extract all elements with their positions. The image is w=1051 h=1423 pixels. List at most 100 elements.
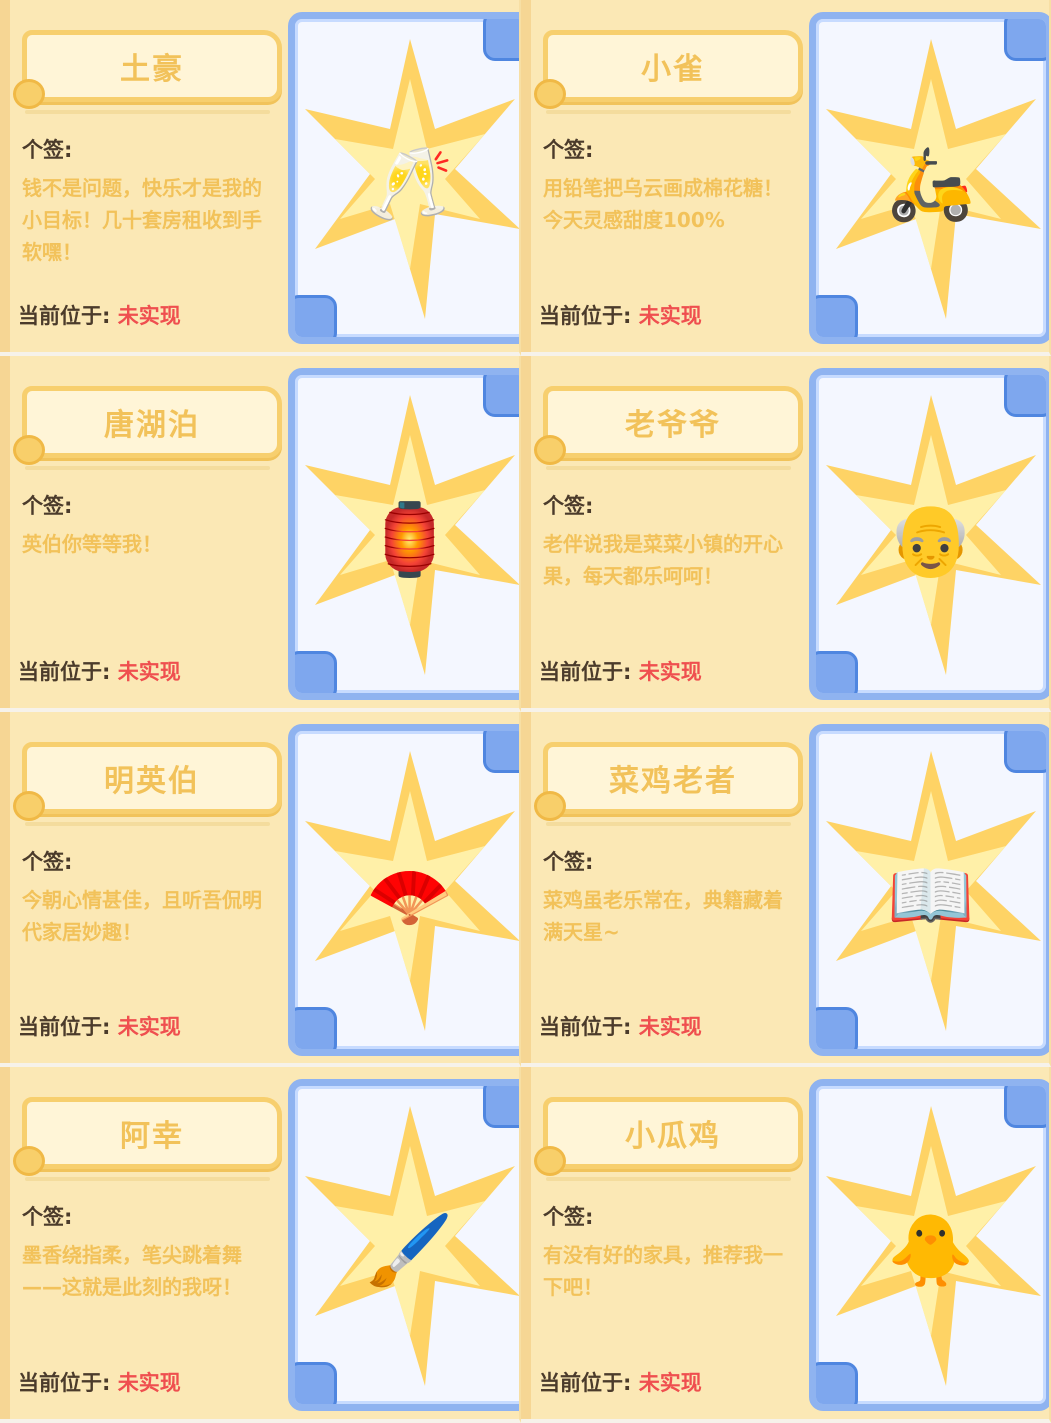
corner-gem-icon [295, 295, 337, 337]
location: 当前位于: 未实现 [539, 1011, 702, 1041]
divider [546, 110, 791, 114]
corner-gem-icon [816, 295, 858, 337]
character-card[interactable]: 老爷爷 个签: 老伴说我是菜菜小镇的开心果，每天都乐呵呵！ 当前位于: 未实现 … [521, 356, 1051, 712]
corner-gem-icon [295, 651, 337, 693]
character-figure-icon: 🪭 [366, 854, 454, 937]
signature-label: 个签: [543, 494, 594, 518]
divider [546, 822, 791, 826]
signature-text: 钱不是问题，快乐才是我的小目标！几十套房租收到手软嘿！ [22, 176, 262, 264]
signature-text: 用铅笔把乌云画成棉花糖！今天灵感甜度100% [543, 176, 783, 232]
character-portrait: 👴 [809, 368, 1049, 700]
location: 当前位于: 未实现 [18, 300, 181, 330]
name-tag: 小雀 [534, 30, 803, 109]
name-tag: 菜鸡老者 [534, 742, 803, 821]
signature-text: 老伴说我是菜菜小镇的开心果，每天都乐呵呵！ [543, 532, 783, 588]
name-tag: 土豪 [13, 30, 282, 109]
location-value: 未实现 [117, 304, 181, 328]
corner-gem-icon [483, 19, 519, 61]
name-tag: 唐湖泊 [13, 386, 282, 465]
location-label: 当前位于: [539, 660, 632, 684]
character-figure-icon: 👴 [887, 498, 975, 581]
character-portrait: 🏮 [288, 368, 519, 700]
name-tag: 老爷爷 [534, 386, 803, 465]
signature-text: 墨香绕指柔，笔尖跳着舞——这就是此刻的我呀！ [22, 1243, 242, 1299]
location-label: 当前位于: [18, 660, 111, 684]
character-portrait: 🥂 [288, 12, 519, 344]
character-name: 菜鸡老者 [609, 764, 737, 799]
corner-gem-icon [483, 375, 519, 417]
location-label: 当前位于: [539, 1371, 632, 1395]
character-figure-icon: 🖌️ [366, 1209, 454, 1292]
location: 当前位于: 未实现 [18, 1367, 181, 1397]
character-figure-icon: 🥂 [366, 142, 454, 225]
divider [546, 1177, 791, 1181]
character-name: 土豪 [120, 52, 184, 87]
signature-text: 英伯你等等我！ [22, 532, 162, 556]
signature-text: 今朝心情甚佳，且听吾侃明代家居妙趣！ [22, 888, 262, 944]
signature-label: 个签: [543, 850, 594, 874]
location-label: 当前位于: [539, 1015, 632, 1039]
divider [546, 466, 791, 470]
name-tag: 明英伯 [13, 742, 282, 821]
character-portrait: 🐥 [809, 1079, 1049, 1411]
location-value: 未实现 [638, 1015, 702, 1039]
location: 当前位于: 未实现 [539, 300, 702, 330]
divider [25, 822, 270, 826]
location: 当前位于: 未实现 [18, 656, 181, 686]
character-name: 明英伯 [104, 764, 200, 799]
character-portrait: 🛵 [809, 12, 1049, 344]
character-portrait: 🪭 [288, 724, 519, 1056]
location-value: 未实现 [638, 660, 702, 684]
character-name: 老爷爷 [625, 408, 721, 443]
divider [25, 466, 270, 470]
location-label: 当前位于: [539, 304, 632, 328]
character-name: 唐湖泊 [104, 408, 200, 443]
character-card[interactable]: 小雀 个签: 用铅笔把乌云画成棉花糖！今天灵感甜度100% 当前位于: 未实现 … [521, 0, 1051, 356]
signature-label: 个签: [543, 1205, 594, 1229]
corner-gem-icon [1004, 731, 1046, 773]
corner-gem-icon [816, 1362, 858, 1404]
corner-gem-icon [816, 651, 858, 693]
signature-text: 菜鸡虽老乐常在，典籍藏着满天星~ [543, 888, 783, 944]
character-card[interactable]: 阿幸 个签: 墨香绕指柔，笔尖跳着舞——这就是此刻的我呀！ 当前位于: 未实现 … [0, 1067, 521, 1423]
corner-gem-icon [295, 1362, 337, 1404]
character-card[interactable]: 土豪 个签: 钱不是问题，快乐才是我的小目标！几十套房租收到手软嘿！ 当前位于:… [0, 0, 521, 356]
character-card-grid: 土豪 个签: 钱不是问题，快乐才是我的小目标！几十套房租收到手软嘿！ 当前位于:… [0, 0, 1051, 1423]
character-portrait: 🖌️ [288, 1079, 519, 1411]
corner-gem-icon [483, 731, 519, 773]
corner-gem-icon [295, 1007, 337, 1049]
divider [25, 110, 270, 114]
location-value: 未实现 [117, 1015, 181, 1039]
character-card[interactable]: 菜鸡老者 个签: 菜鸡虽老乐常在，典籍藏着满天星~ 当前位于: 未实现 📖 [521, 712, 1051, 1067]
location-label: 当前位于: [18, 1015, 111, 1039]
location-label: 当前位于: [18, 304, 111, 328]
signature-label: 个签: [22, 494, 73, 518]
name-tag: 小瓜鸡 [534, 1097, 803, 1176]
character-figure-icon: 🐥 [887, 1209, 975, 1292]
divider [25, 1177, 270, 1181]
location-value: 未实现 [638, 1371, 702, 1395]
signature-label: 个签: [22, 850, 73, 874]
character-portrait: 📖 [809, 724, 1049, 1056]
location-value: 未实现 [638, 304, 702, 328]
corner-gem-icon [1004, 1086, 1046, 1128]
location-label: 当前位于: [18, 1371, 111, 1395]
character-figure-icon: 🛵 [887, 142, 975, 225]
corner-gem-icon [483, 1086, 519, 1128]
location: 当前位于: 未实现 [18, 1011, 181, 1041]
signature-label: 个签: [22, 138, 73, 162]
location: 当前位于: 未实现 [539, 656, 702, 686]
corner-gem-icon [1004, 19, 1046, 61]
character-name: 阿幸 [120, 1119, 184, 1154]
corner-gem-icon [816, 1007, 858, 1049]
corner-gem-icon [1004, 375, 1046, 417]
signature-text: 有没有好的家具，推荐我一下吧！ [543, 1243, 783, 1299]
character-name: 小瓜鸡 [625, 1119, 721, 1154]
character-card[interactable]: 明英伯 个签: 今朝心情甚佳，且听吾侃明代家居妙趣！ 当前位于: 未实现 🪭 [0, 712, 521, 1067]
location: 当前位于: 未实现 [539, 1367, 702, 1397]
name-tag: 阿幸 [13, 1097, 282, 1176]
character-card[interactable]: 小瓜鸡 个签: 有没有好的家具，推荐我一下吧！ 当前位于: 未实现 🐥 [521, 1067, 1051, 1423]
character-name: 小雀 [641, 52, 705, 87]
signature-label: 个签: [22, 1205, 73, 1229]
character-card[interactable]: 唐湖泊 个签: 英伯你等等我！ 当前位于: 未实现 🏮 [0, 356, 521, 712]
